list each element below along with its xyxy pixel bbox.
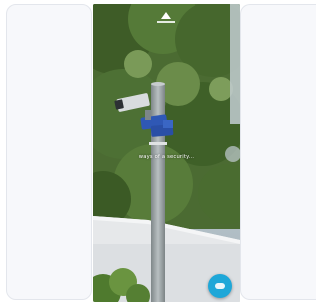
photo-caption: ways of a security... <box>138 154 195 160</box>
chat-bubble-icon[interactable] <box>208 274 232 298</box>
image-gallery: ways of a security... <box>0 0 318 302</box>
tree-foliage <box>93 4 240 229</box>
previous-slide-card[interactable] <box>6 4 92 300</box>
security-camera-photo <box>93 4 240 302</box>
featured-photo-card[interactable]: ways of a security... <box>93 4 240 302</box>
home-logo-icon <box>155 12 177 30</box>
next-slide-card[interactable] <box>240 4 316 300</box>
